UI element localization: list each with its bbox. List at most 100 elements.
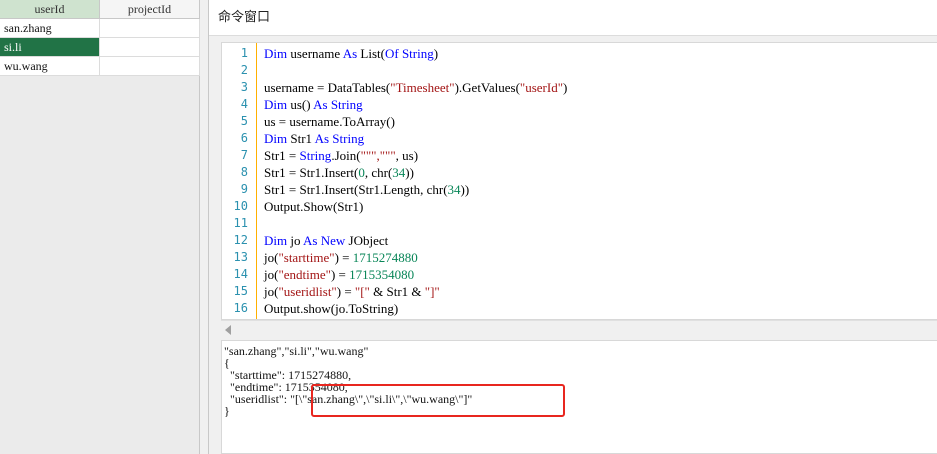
scroll-left-icon[interactable] [225,325,231,335]
code-token: Output.Show(Str1) [264,199,364,214]
cell-userid[interactable]: san.zhang [0,19,100,38]
code-token: jo( [264,250,279,265]
code-token: "Timesheet" [390,80,455,95]
code-token: ) = [330,267,350,282]
code-token: "[" [354,284,370,299]
code-token: "userId" [519,80,564,95]
code-area[interactable]: Dim username As List(Of String) username … [264,45,567,317]
code-token: JObject [345,233,389,248]
code-token: Dim [264,131,288,146]
code-token: jo( [264,267,279,282]
code-line: jo("useridlist") = "[" & Str1 & "]" [264,283,567,300]
code-token: As [303,233,318,248]
cell-projectid[interactable] [100,57,200,76]
table-row: si.li [0,38,200,57]
code-token: ) [563,80,568,95]
line-number: 15 [233,284,248,298]
code-token: "starttime" [278,250,335,265]
code-line: jo("endtime") = 1715354080 [264,266,567,283]
code-line: us = username.ToArray() [264,113,567,130]
code-token: String [401,46,434,61]
cell-userid[interactable]: wu.wang [0,57,100,76]
code-token: Str1 = Str1.Insert( [264,165,359,180]
code-token: "]" [424,284,440,299]
command-window-title: 命令窗口 [209,0,937,36]
code-token: )) [405,165,414,180]
code-token: As [342,46,358,61]
code-token: List( [357,46,385,61]
output-line: "san.zhang","si.li","wu.wang" [224,344,369,358]
code-line: Dim jo As New JObject [264,232,567,249]
column-header-userid[interactable]: userId [0,0,100,19]
code-token: String [299,148,332,163]
code-token: "endtime" [278,267,331,282]
line-number: 5 [240,114,248,128]
code-token: ) = [336,284,355,299]
code-line: Output.show(jo.ToString) [264,300,567,317]
code-line: Dim us() As String [264,96,567,113]
code-token: username [287,46,343,61]
code-token: .Join( [331,148,361,163]
code-token: Str1 = Str1.Insert(Str1.Length, chr( [264,182,448,197]
cell-userid-active[interactable]: si.li [0,38,100,57]
line-number: 12 [233,233,248,247]
code-token: "useridlist" [278,284,337,299]
code-token: Dim [264,46,288,61]
line-number-gutter: 1 2 3 4 5 6 7 8 9 10 11 12 13 14 15 16 [222,43,257,319]
cell-projectid[interactable] [100,19,200,38]
code-token: Dim [264,233,288,248]
code-token: String [330,97,363,112]
code-token: ) [433,46,439,61]
code-token: ).GetValues( [454,80,520,95]
code-line: username = DataTables("Timesheet").GetVa… [264,79,567,96]
code-line: Str1 = Str1.Insert(Str1.Length, chr(34)) [264,181,567,198]
code-token: jo [287,233,304,248]
code-line: Str1 = Str1.Insert(0, chr(34)) [264,164,567,181]
line-number: 16 [233,301,248,315]
table-row: san.zhang [0,19,200,38]
code-token: username = DataTables( [264,80,391,95]
line-number: 1 [240,46,248,60]
grid-header: userId projectId [0,0,200,19]
code-token: us() [287,97,314,112]
cell-projectid[interactable] [100,38,200,57]
grid-body: san.zhang si.li wu.wang [0,19,200,76]
code-token: 34 [392,165,406,180]
code-token: Of [384,46,399,61]
line-number: 10 [233,199,248,213]
table-row: wu.wang [0,57,200,76]
code-token: 1715274880 [352,250,418,265]
column-header-projectid[interactable]: projectId [100,0,200,19]
code-token: & Str1 & [369,284,425,299]
highlight-annotation-box [311,384,565,417]
code-token: )) [460,182,470,197]
code-line: Dim Str1 As String [264,130,567,147]
code-token: , us) [395,148,419,163]
line-number: 9 [240,182,248,196]
code-token: As [314,131,330,146]
line-number: 2 [240,63,248,77]
line-number: 3 [240,80,248,94]
code-token: As [313,97,328,112]
code-line: Str1 = String.Join(""",""", us) [264,147,567,164]
code-line: jo("starttime") = 1715274880 [264,249,567,266]
line-number: 7 [240,148,248,162]
code-token: , chr( [364,165,393,180]
code-token: ) = [334,250,353,265]
code-token: Output.show(jo.ToString) [264,301,399,316]
code-editor[interactable]: 1 2 3 4 5 6 7 8 9 10 11 12 13 14 15 16 Dim username As … [221,42,937,320]
code-token: 34 [447,182,461,197]
code-token: """,""" [360,148,396,163]
code-token: us = username.ToArray() [264,114,395,129]
code-token: Str1 = [264,148,300,163]
code-line: Output.Show(Str1) [264,198,567,215]
line-number: 11 [233,216,248,230]
code-token: jo( [264,284,279,299]
code-token: String [332,131,365,146]
horizontal-scrollbar[interactable] [221,320,937,338]
line-number: 8 [240,165,248,179]
line-number: 14 [233,267,248,281]
code-token: New [320,233,346,248]
code-token: 1715354080 [349,267,415,282]
